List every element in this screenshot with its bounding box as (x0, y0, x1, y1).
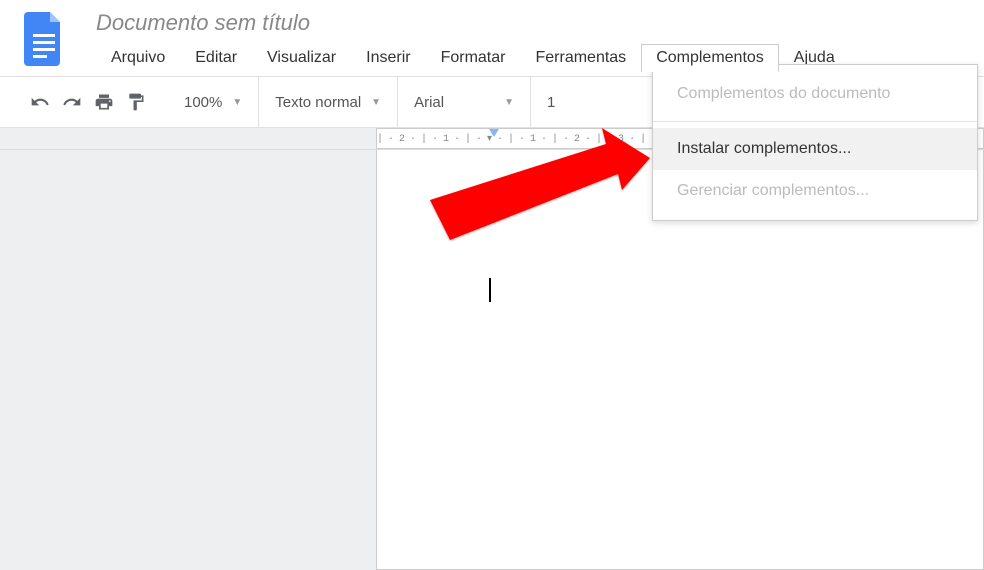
redo-button[interactable] (56, 86, 88, 118)
font-value: Arial (414, 94, 444, 111)
text-cursor (489, 278, 491, 302)
zoom-select[interactable]: 100% ▼ (184, 77, 242, 127)
style-value: Texto normal (275, 94, 361, 111)
title-area: Documento sem título Arquivo Editar Visu… (96, 8, 984, 72)
print-button[interactable] (88, 86, 120, 118)
dropdown-item-install-addons[interactable]: Instalar complementos... (653, 128, 977, 170)
dropdown-item-doc-addons[interactable]: Complementos do documento (653, 73, 977, 115)
menu-ferramentas[interactable]: Ferramentas (520, 44, 641, 72)
docs-logo-icon (24, 12, 64, 66)
dropdown-divider (653, 121, 977, 122)
paragraph-style-select[interactable]: Texto normal ▼ (275, 77, 381, 127)
menu-complementos[interactable]: Complementos (641, 44, 779, 72)
complementos-dropdown: Complementos do documento Instalar compl… (652, 64, 978, 221)
redo-icon (62, 92, 82, 112)
dropdown-item-manage-addons[interactable]: Gerenciar complementos... (653, 170, 977, 212)
print-icon (94, 92, 114, 112)
menu-formatar[interactable]: Formatar (426, 44, 521, 72)
paint-format-button[interactable] (120, 86, 152, 118)
undo-icon (30, 92, 50, 112)
document-title[interactable]: Documento sem título (96, 10, 984, 36)
menu-visualizar[interactable]: Visualizar (252, 44, 351, 72)
indent-marker-icon[interactable] (489, 129, 499, 137)
caret-down-icon: ▼ (371, 97, 381, 108)
caret-down-icon: ▼ (504, 97, 514, 108)
menu-editar[interactable]: Editar (180, 44, 252, 72)
menu-arquivo[interactable]: Arquivo (96, 44, 180, 72)
font-size-partial[interactable]: 1 (547, 94, 555, 111)
caret-down-icon: ▼ (232, 97, 242, 108)
undo-button[interactable] (24, 86, 56, 118)
font-select[interactable]: Arial ▼ (414, 77, 514, 127)
paint-roller-icon (126, 92, 146, 112)
zoom-value: 100% (184, 94, 222, 111)
header: Documento sem título Arquivo Editar Visu… (0, 0, 984, 72)
menu-inserir[interactable]: Inserir (351, 44, 425, 72)
app-icon[interactable] (20, 8, 68, 70)
